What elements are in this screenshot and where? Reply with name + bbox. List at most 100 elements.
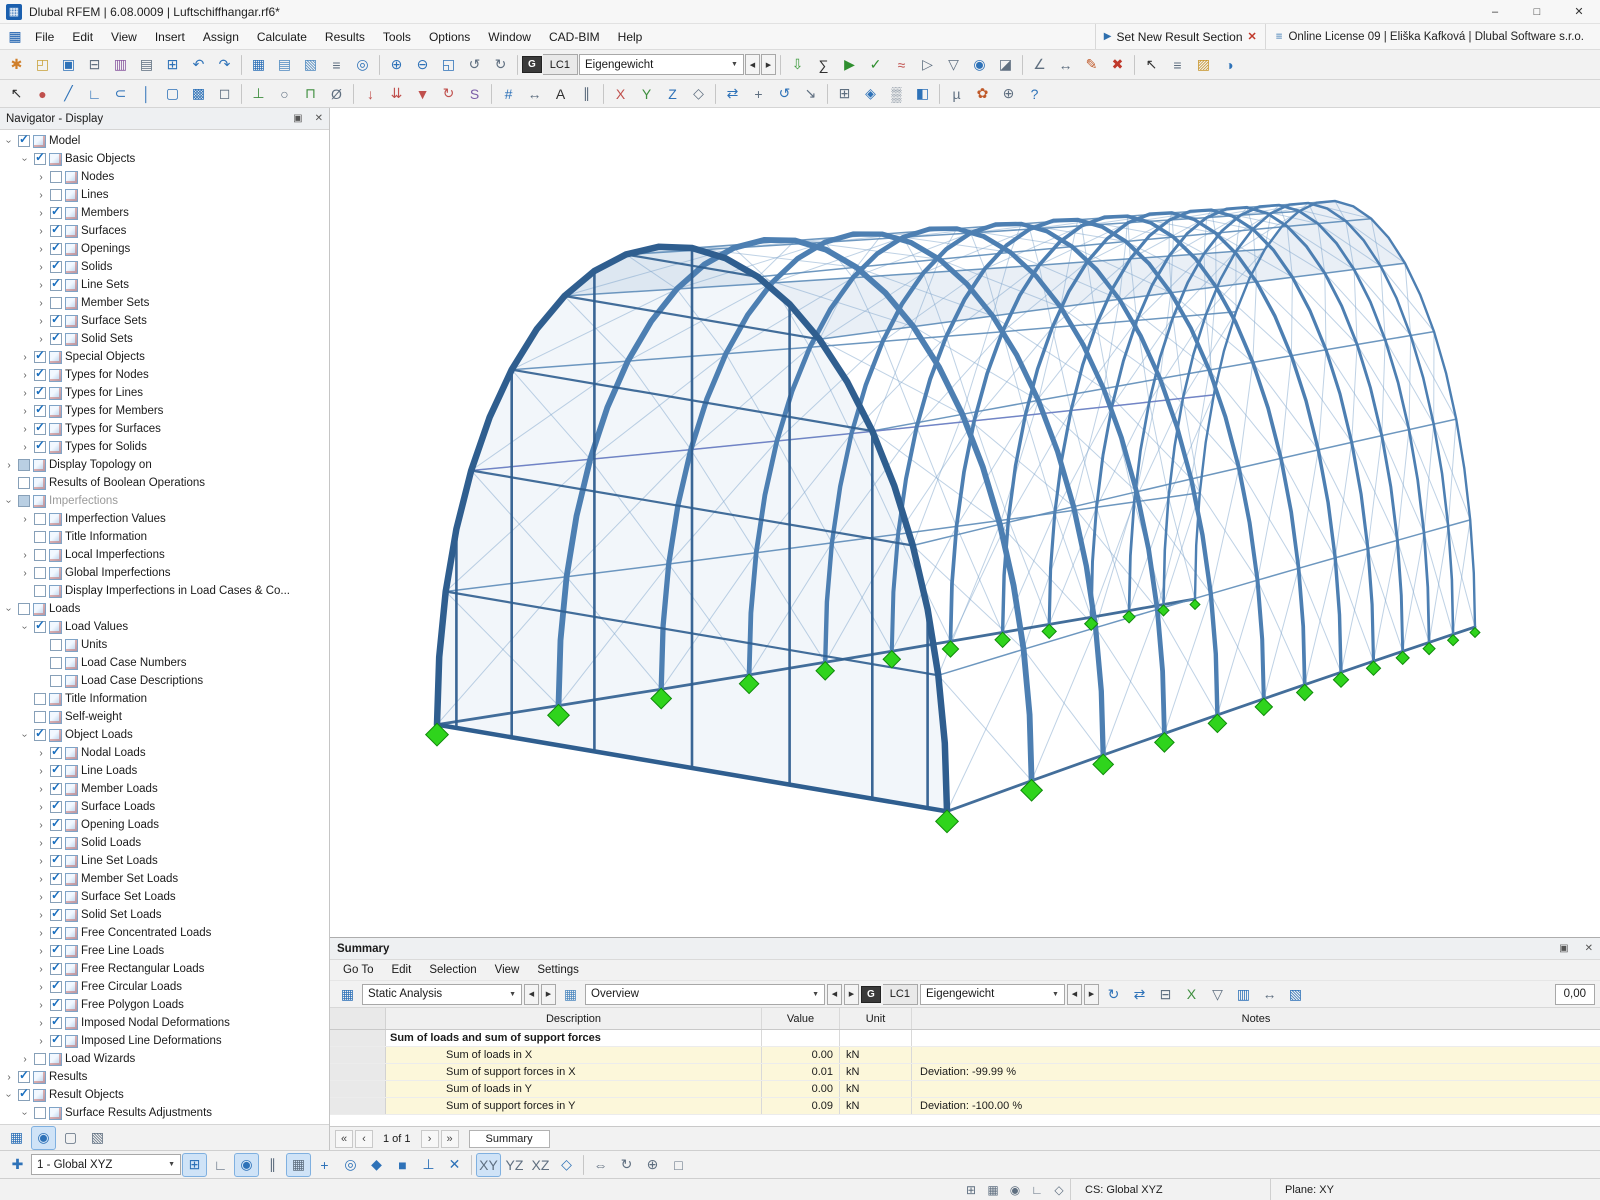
expander-icon[interactable] — [35, 982, 47, 993]
search-icon[interactable]: ◎ — [350, 53, 375, 77]
expander-icon[interactable] — [19, 1054, 31, 1065]
tree-item[interactable]: Basic Objects — [0, 150, 329, 168]
expander-icon[interactable] — [19, 568, 31, 579]
expander-icon[interactable] — [35, 802, 47, 813]
checkbox[interactable] — [50, 855, 62, 867]
next-load-case-button[interactable]: ▶ — [1084, 984, 1099, 1005]
grid-icon[interactable]: ⊞ — [832, 82, 857, 106]
next-view-icon[interactable]: ↻ — [488, 53, 513, 77]
checkbox[interactable] — [50, 837, 62, 849]
polyline-tool-icon[interactable]: ∟ — [82, 82, 107, 106]
hinge-icon[interactable]: ○ — [272, 82, 297, 106]
expander-icon[interactable] — [35, 316, 47, 327]
tree-item[interactable]: Display Imperfections in Load Cases & Co… — [0, 582, 329, 600]
checkbox[interactable] — [34, 513, 46, 525]
summary-menu-item[interactable]: Go To — [334, 962, 382, 978]
tree-item[interactable]: Free Polygon Loads — [0, 996, 329, 1014]
view-z-icon[interactable]: Z — [660, 82, 685, 106]
checkbox[interactable] — [50, 783, 62, 795]
float-panel-icon[interactable]: ▣ — [293, 113, 302, 124]
background-icon[interactable]: ▒ — [884, 82, 909, 106]
separator[interactable] — [471, 1155, 472, 1175]
surface-tool-icon[interactable]: ▢ — [160, 82, 185, 106]
expander-icon[interactable] — [3, 460, 15, 471]
chart-view-icon[interactable]: ▧ — [1283, 982, 1308, 1006]
tree-item[interactable]: Surface Set Loads — [0, 888, 329, 906]
color-render-icon[interactable]: ▨ — [1191, 53, 1216, 77]
expander-icon[interactable] — [35, 964, 47, 975]
intersection-snap-icon[interactable]: ✕ — [442, 1153, 467, 1177]
config-icon[interactable]: ✿ — [970, 82, 995, 106]
tree-item[interactable]: Load Case Numbers — [0, 654, 329, 672]
expander-icon[interactable] — [35, 910, 47, 921]
prev-analysis-button[interactable]: ◀ — [524, 984, 539, 1005]
tree-item[interactable]: Nodes — [0, 168, 329, 186]
fit-width-icon[interactable]: ↔ — [1257, 982, 1282, 1006]
last-page-button[interactable]: » — [441, 1130, 459, 1148]
tree-item[interactable]: Line Set Loads — [0, 852, 329, 870]
prev-load-case-button[interactable]: ◀ — [745, 54, 760, 75]
zoom-window-icon[interactable]: ◱ — [436, 53, 461, 77]
separator[interactable] — [583, 1155, 584, 1175]
summary-menu-item[interactable]: Edit — [382, 962, 420, 978]
tree-item[interactable]: Model — [0, 132, 329, 150]
sum-icon[interactable]: ∑ — [811, 53, 836, 77]
table-row[interactable]: Sum of loads in Y 0.00 kN — [330, 1081, 1600, 1098]
render-mode-icon[interactable]: ◧ — [910, 82, 935, 106]
checkbox[interactable] — [50, 279, 62, 291]
section-icon[interactable]: Ø — [324, 82, 349, 106]
print-icon[interactable]: ⊟ — [82, 53, 107, 77]
expander-icon[interactable] — [35, 766, 47, 777]
menu-item[interactable]: Options — [420, 26, 479, 48]
delete-results-icon[interactable]: ✖ — [1105, 53, 1130, 77]
units-icon[interactable]: µ — [944, 82, 969, 106]
columns-icon[interactable]: ▥ — [1231, 982, 1256, 1006]
close-icon[interactable]: ✕ — [1558, 0, 1600, 23]
open-file-icon[interactable]: ◰ — [30, 53, 55, 77]
checkbox[interactable] — [34, 1107, 46, 1119]
checkbox[interactable] — [34, 387, 46, 399]
table-section-row[interactable]: Sum of loads and sum of support forces — [330, 1030, 1600, 1047]
endpoint-snap-icon[interactable]: ■ — [390, 1153, 415, 1177]
separator[interactable] — [517, 55, 518, 75]
filter-icon[interactable]: ▽ — [941, 53, 966, 77]
plane-xy-icon[interactable]: XY — [476, 1153, 501, 1177]
tree-item[interactable]: Load Values — [0, 618, 329, 636]
tree-item[interactable]: Title Information — [0, 690, 329, 708]
menu-item[interactable]: Tools — [374, 26, 420, 48]
close-panel-icon[interactable]: ✕ — [1585, 943, 1593, 954]
separator[interactable] — [241, 55, 242, 75]
column-header-description[interactable]: Description — [386, 1008, 762, 1029]
comment-icon[interactable]: ✎ — [1079, 53, 1104, 77]
fullscreen-icon[interactable]: □ — [666, 1153, 691, 1177]
snap-grid-icon[interactable]: ⊞ — [182, 1153, 207, 1177]
tree-item[interactable]: Free Circular Loads — [0, 978, 329, 996]
zoom-out-icon[interactable]: ⊖ — [410, 53, 435, 77]
tree-item[interactable]: Member Loads — [0, 780, 329, 798]
data-navigator-tab-icon[interactable]: ▦ — [4, 1126, 29, 1150]
play-icon[interactable]: ▶ — [1104, 31, 1112, 42]
float-panel-icon[interactable]: ▣ — [1559, 943, 1568, 954]
pan-mode-icon[interactable]: ⇔ — [588, 1153, 613, 1177]
opening-tool-icon[interactable]: ◻ — [212, 82, 237, 106]
expander-icon[interactable] — [19, 424, 31, 435]
checkbox[interactable] — [34, 531, 46, 543]
separator[interactable] — [241, 84, 242, 104]
tree-item[interactable]: Types for Lines — [0, 384, 329, 402]
refresh-icon[interactable]: ↻ — [1101, 982, 1126, 1006]
checkbox[interactable] — [34, 585, 46, 597]
line-tool-icon[interactable]: ╱ — [56, 82, 81, 106]
expander-icon[interactable] — [35, 226, 47, 237]
checkbox[interactable] — [50, 891, 62, 903]
close-panel-icon[interactable]: ✕ — [315, 113, 323, 124]
tree-item[interactable]: Types for Nodes — [0, 366, 329, 384]
layers-icon[interactable]: ≡ — [1165, 53, 1190, 77]
next-page-button[interactable]: › — [421, 1130, 439, 1148]
checkbox[interactable] — [50, 315, 62, 327]
tree-item[interactable]: Surface Sets — [0, 312, 329, 330]
checkbox[interactable] — [50, 207, 62, 219]
checkbox[interactable] — [50, 333, 62, 345]
tree-item[interactable]: Solids — [0, 258, 329, 276]
checkbox[interactable] — [34, 549, 46, 561]
checkbox[interactable] — [34, 351, 46, 363]
